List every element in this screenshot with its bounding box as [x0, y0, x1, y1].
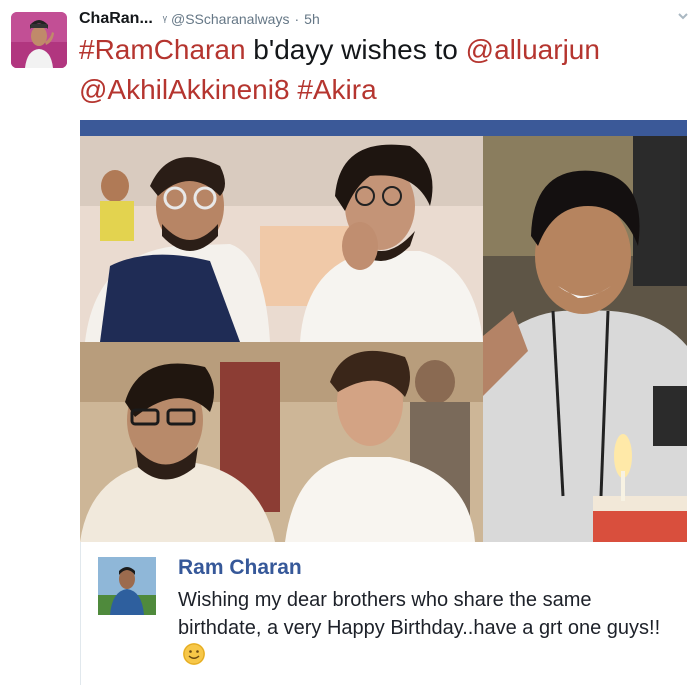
facebook-post-card: Ram Charan Wishing my dear brothers who … — [80, 542, 687, 685]
photo-akira-birthday — [483, 136, 687, 542]
timestamp[interactable]: 5h — [304, 11, 320, 27]
separator-dot: · — [294, 11, 300, 27]
tweet-media-image[interactable]: Ram Charan Wishing my dear brothers who … — [80, 120, 687, 685]
user-avatar[interactable] — [11, 12, 67, 68]
avatar-photo — [11, 12, 67, 68]
verified-icon: ᵞ — [162, 11, 167, 27]
fb-post-message: Wishing my dear brothers who share the s… — [178, 586, 678, 670]
user-handle[interactable]: @SScharanalways — [171, 11, 290, 27]
tweet: ChaRan... ᵞ @SScharanalways · 5h #RamCha… — [0, 0, 700, 685]
mention-link[interactable]: @AkhilAkkineni8 — [79, 74, 290, 105]
fb-post-text: Wishing my dear brothers who share the s… — [178, 589, 661, 639]
chevron-down-icon[interactable] — [678, 11, 688, 21]
tweet-text-segment: b'dayy wishes to — [245, 34, 466, 65]
hashtag-link[interactable]: #RamCharan — [79, 34, 246, 65]
display-name[interactable]: ChaRan... — [79, 10, 153, 28]
smiley-emoji-icon — [183, 643, 205, 665]
facebook-header-bar — [80, 120, 687, 136]
tweet-header: ChaRan... ᵞ @SScharanalways · 5h — [79, 9, 320, 29]
hashtag-link[interactable]: #Akira — [297, 74, 376, 105]
fb-author-name: Ram Charan — [178, 556, 302, 579]
photo-allu-arjun-and-akira — [80, 136, 483, 342]
mention-link[interactable]: @alluarjun — [466, 34, 600, 65]
fb-author-avatar — [98, 557, 156, 615]
photo-ram-charan-and-akhil — [80, 342, 483, 542]
tweet-text: #RamCharan b'dayy wishes to @alluarjun @… — [79, 30, 689, 110]
